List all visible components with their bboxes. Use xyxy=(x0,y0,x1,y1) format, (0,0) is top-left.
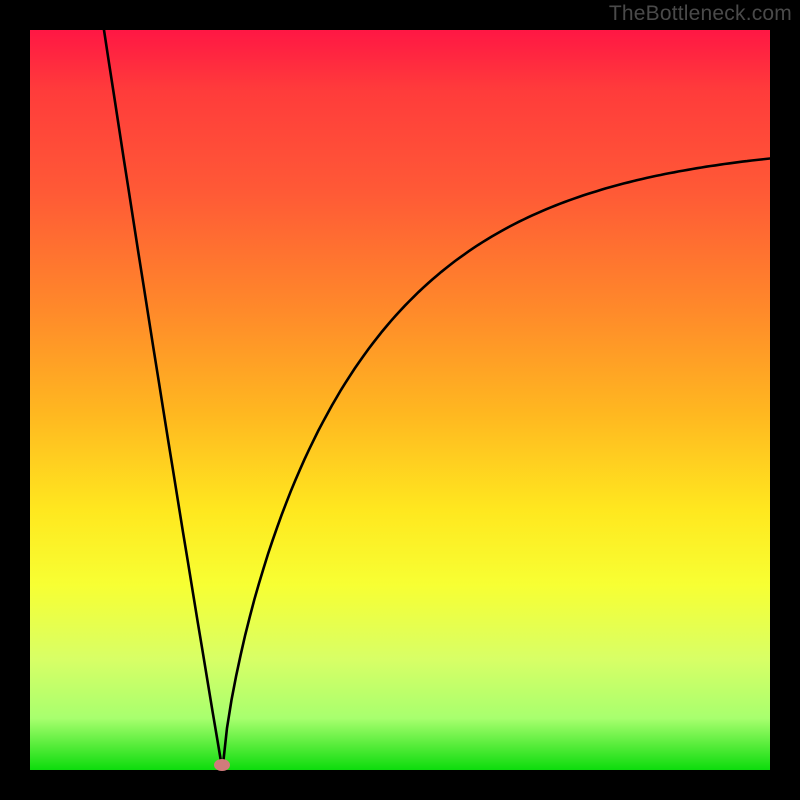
bottleneck-curve xyxy=(30,30,770,770)
plot-area xyxy=(30,30,770,770)
attribution-label: TheBottleneck.com xyxy=(609,2,792,26)
curve-line xyxy=(104,30,770,770)
chart-frame: TheBottleneck.com xyxy=(0,0,800,800)
minimum-marker-icon xyxy=(214,759,230,771)
